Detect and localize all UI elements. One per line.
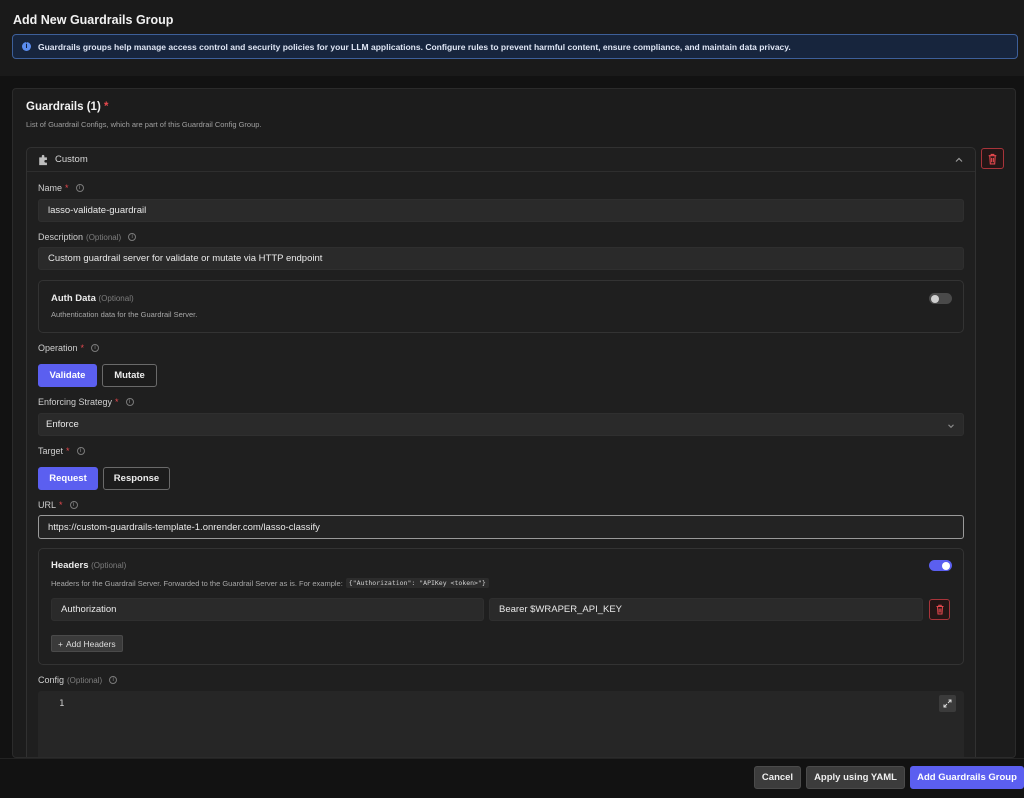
- add-guardrails-group-button[interactable]: Add Guardrails Group: [910, 766, 1024, 789]
- apply-yaml-button[interactable]: Apply using YAML: [806, 766, 905, 789]
- delete-header-button[interactable]: [929, 599, 950, 620]
- headers-title: Headers (Optional): [51, 560, 126, 571]
- cancel-button[interactable]: Cancel: [754, 766, 801, 789]
- auth-data-toggle[interactable]: [929, 293, 952, 304]
- expand-icon: [943, 699, 952, 708]
- description-input[interactable]: Custom guardrail server for validate or …: [38, 247, 964, 270]
- operation-label-text: Operation: [38, 343, 78, 353]
- optional-tag: (Optional): [98, 294, 134, 303]
- info-banner-text: Guardrails groups help manage access con…: [38, 41, 791, 52]
- header-value-input[interactable]: Bearer $WRAPER_API_KEY: [489, 598, 923, 621]
- trash-icon: [988, 153, 997, 164]
- info-icon: i: [22, 42, 31, 51]
- auth-data-title: Auth Data (Optional): [51, 293, 134, 304]
- guardrail-card: Custom Name * i lasso-validate-guardrail D…: [26, 147, 976, 757]
- name-input[interactable]: lasso-validate-guardrail: [38, 199, 964, 222]
- headers-title-text: Headers: [51, 560, 89, 571]
- info-circle-icon: i: [69, 501, 78, 509]
- headers-box: Headers (Optional) Headers for the Guard…: [38, 548, 964, 665]
- toggle-knob: [942, 561, 950, 570]
- headers-example-code: {"Authorization": "APIKey <token>"}: [345, 578, 489, 588]
- info-circle-icon: i: [109, 676, 118, 684]
- optional-tag: (Optional): [91, 561, 127, 570]
- target-label: Target * i: [38, 446, 85, 456]
- enforcing-strategy-select[interactable]: Enforce: [38, 413, 964, 436]
- optional-tag: (Optional): [86, 232, 122, 242]
- description-label: Description (Optional) i: [38, 232, 137, 242]
- target-request-button[interactable]: Request: [38, 467, 98, 490]
- card-title: Custom: [55, 154, 88, 165]
- guardrails-section-subtitle: List of Guardrail Configs, which are par…: [26, 120, 262, 129]
- guardrails-section-title: Guardrails (1) *: [26, 101, 108, 113]
- chevron-down-icon: [948, 424, 954, 429]
- name-required: *: [65, 183, 69, 193]
- info-circle-icon: i: [125, 398, 134, 406]
- expand-editor-button[interactable]: [939, 695, 956, 712]
- footer-bar: Cancel Apply using YAML Add Guardrails G…: [0, 758, 1024, 798]
- info-circle-icon: i: [128, 233, 137, 241]
- operation-validate-button[interactable]: Validate: [38, 364, 97, 387]
- headers-desc: Headers for the Guardrail Server. Forwar…: [51, 578, 489, 588]
- operation-label: Operation * i: [38, 343, 100, 353]
- config-code-editor[interactable]: 1: [38, 691, 964, 757]
- required-mark: *: [103, 101, 109, 113]
- enforcing-strategy-label-text: Enforcing Strategy: [38, 397, 113, 407]
- enforcing-strategy-label: Enforcing Strategy * i: [38, 397, 134, 407]
- url-label: URL * i: [38, 500, 78, 510]
- info-banner: i Guardrails groups help manage access c…: [12, 34, 1018, 59]
- enforcing-required: *: [115, 397, 119, 407]
- line-number: 1: [59, 699, 65, 709]
- add-headers-label: Add Headers: [65, 638, 116, 649]
- description-label-text: Description: [38, 232, 84, 242]
- page-header: Add New Guardrails Group i Guardrails gr…: [0, 0, 1024, 76]
- info-circle-icon: i: [76, 447, 85, 455]
- config-label: Config (Optional) i: [38, 675, 118, 685]
- info-circle-icon: i: [91, 344, 100, 352]
- name-label-text: Name: [38, 183, 63, 193]
- header-key-input[interactable]: Authorization: [51, 598, 484, 621]
- toggle-knob: [931, 294, 939, 303]
- delete-guardrail-button[interactable]: [981, 148, 1004, 169]
- puzzle-icon: [39, 154, 47, 165]
- guardrails-panel: Guardrails (1) * List of Guardrail Confi…: [12, 88, 1016, 758]
- name-label: Name * i: [38, 183, 84, 193]
- info-circle-icon: i: [75, 184, 84, 192]
- auth-data-box: Auth Data (Optional) Authentication data…: [38, 280, 964, 333]
- headers-toggle[interactable]: [929, 560, 952, 571]
- card-header[interactable]: Custom: [27, 148, 975, 172]
- page-title: Add New Guardrails Group: [13, 13, 174, 27]
- target-label-text: Target: [38, 446, 64, 456]
- config-label-text: Config: [38, 675, 65, 685]
- auth-data-desc: Authentication data for the Guardrail Se…: [51, 310, 198, 319]
- add-headers-button[interactable]: + Add Headers: [51, 635, 123, 652]
- url-input[interactable]: https://custom-guardrails-template-1.onr…: [38, 515, 964, 539]
- enforcing-strategy-value: Enforce: [46, 419, 79, 430]
- target-response-button[interactable]: Response: [103, 467, 170, 490]
- headers-desc-text: Headers for the Guardrail Server. Forwar…: [51, 578, 343, 588]
- trash-icon: [936, 604, 943, 615]
- chevron-up-icon[interactable]: [953, 154, 965, 166]
- url-label-text: URL: [38, 500, 57, 510]
- guardrails-title-text: Guardrails (1): [26, 101, 101, 113]
- url-required: *: [59, 500, 63, 510]
- operation-mutate-button[interactable]: Mutate: [102, 364, 157, 387]
- auth-data-title-text: Auth Data: [51, 293, 96, 304]
- plus-icon: +: [58, 638, 63, 649]
- operation-required: *: [80, 343, 85, 353]
- target-required: *: [66, 446, 70, 456]
- optional-tag: (Optional): [67, 675, 103, 685]
